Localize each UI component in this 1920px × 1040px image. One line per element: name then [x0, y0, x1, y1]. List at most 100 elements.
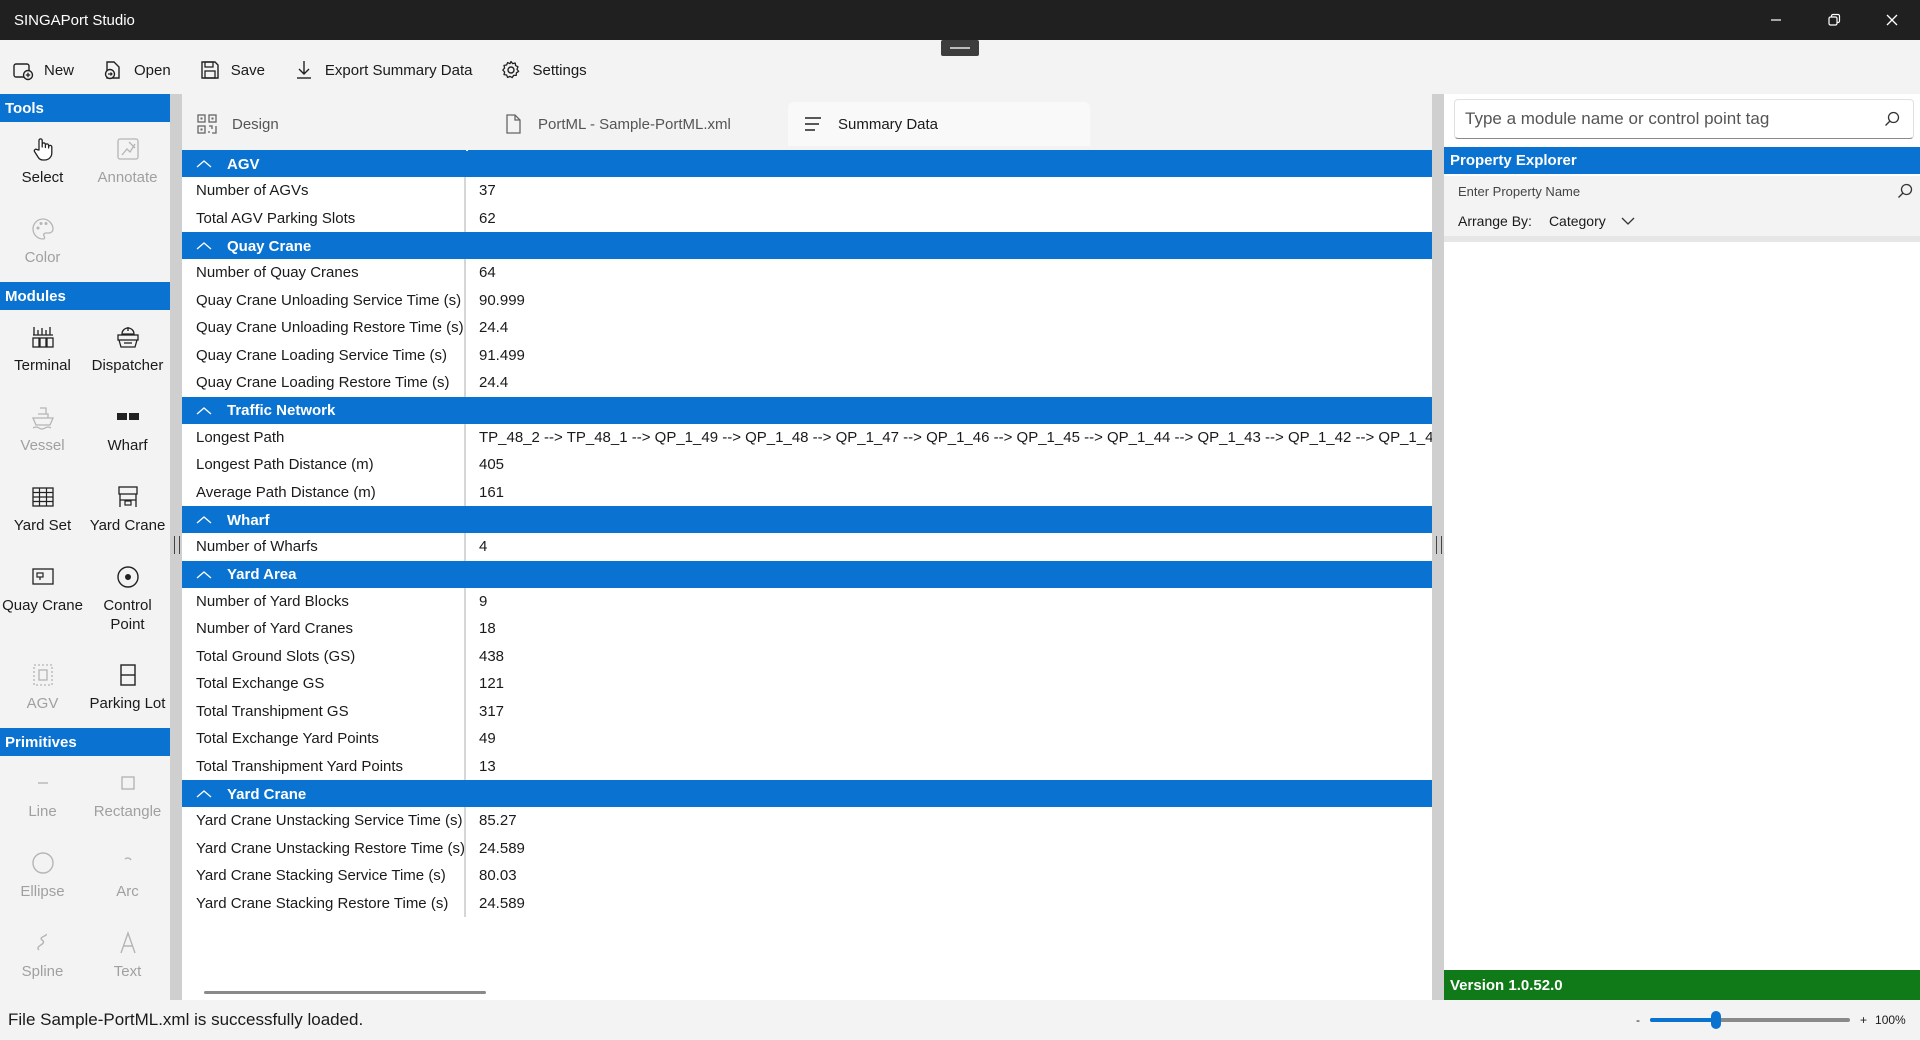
restore-button[interactable]: [1806, 0, 1862, 40]
parking-lot-icon: [119, 664, 136, 686]
tab-portml[interactable]: PortML - Sample-PortML.xml: [488, 102, 788, 146]
tab-summary-label: Summary Data: [838, 115, 939, 133]
quay-crane-tool[interactable]: Quay Crane: [0, 550, 85, 630]
control-point-tool[interactable]: Control Point: [85, 550, 170, 648]
property-name: Number of Wharfs: [182, 533, 466, 561]
window-title: SINGAPort Studio: [14, 11, 135, 29]
property-name: Total Exchange Yard Points: [182, 725, 466, 753]
text-tool[interactable]: Text: [85, 916, 170, 996]
table-row: Total Transhipment Yard Points 13: [182, 752, 1432, 780]
wharf-tool[interactable]: Wharf: [85, 390, 170, 470]
tab-summary-data[interactable]: Summary Data: [788, 102, 1090, 146]
yard-set-tool[interactable]: Yard Set: [0, 470, 85, 550]
new-label: New: [44, 61, 75, 79]
module-search-input[interactable]: [1455, 109, 1883, 129]
vessel-tool[interactable]: Vessel: [0, 390, 85, 470]
property-value: 24.4: [479, 319, 509, 337]
minimize-button[interactable]: [1748, 0, 1804, 40]
property-value: 24.4: [479, 374, 509, 392]
line-tool[interactable]: Line: [0, 756, 85, 836]
agv-tool[interactable]: AGV: [0, 648, 85, 728]
search-icon[interactable]: [1883, 110, 1901, 128]
vessel-icon: [31, 407, 54, 430]
table-row: Quay Crane Loading Restore Time (s) 24.4: [182, 369, 1432, 397]
zoom-out-button[interactable]: -: [1636, 1013, 1640, 1027]
right-splitter[interactable]: [1432, 94, 1444, 1000]
search-icon[interactable]: [1896, 182, 1914, 200]
terminal-tool[interactable]: Terminal: [0, 310, 85, 390]
arc-tool[interactable]: Arc: [85, 836, 170, 916]
column-divider: [466, 150, 468, 151]
property-name: Quay Crane Loading Restore Time (s): [182, 369, 466, 397]
spline-icon: [36, 933, 47, 951]
arc-label: Arc: [116, 883, 139, 900]
close-button[interactable]: [1864, 0, 1920, 40]
group-header[interactable]: Wharf: [182, 506, 1432, 533]
quay-crane-icon: [31, 568, 54, 585]
export-label: Export Summary Data: [324, 61, 473, 79]
zoom-slider-thumb[interactable]: [1711, 1011, 1721, 1029]
table-row: Number of AGVs 37: [182, 177, 1432, 205]
save-button[interactable]: Save: [199, 50, 265, 90]
dispatcher-tool[interactable]: Dispatcher: [85, 310, 170, 390]
settings-label: Settings: [532, 61, 587, 79]
grid-table-icon: [31, 487, 54, 507]
property-value: 161: [479, 483, 505, 501]
settings-button[interactable]: Settings: [500, 50, 587, 90]
arrange-divider: [1444, 236, 1920, 242]
document-icon: [506, 114, 521, 134]
property-name: Number of Quay Cranes: [182, 259, 466, 287]
empty-slot: [85, 202, 170, 282]
summary-data-table: AGV Number of AGVs 37 Total AGV Parking Slo…: [182, 150, 1432, 1000]
panel-drag-handle[interactable]: [941, 40, 979, 56]
zoom-in-button[interactable]: +: [1860, 1013, 1867, 1027]
zoom-slider[interactable]: [1650, 1011, 1850, 1029]
tab-design[interactable]: Design: [182, 102, 488, 146]
property-value: 85.27: [479, 812, 517, 830]
select-tool[interactable]: Select: [0, 122, 85, 202]
modules-header: Modules: [0, 282, 170, 310]
status-message: File Sample-PortML.xml is successfully l…: [8, 1010, 364, 1029]
rectangle-label: Rectangle: [93, 803, 162, 820]
yard-crane-tool[interactable]: Yard Crane: [85, 470, 170, 550]
arrange-by-dropdown[interactable]: Category: [1549, 213, 1636, 229]
color-tool[interactable]: Color: [0, 202, 85, 282]
text-label: Text: [113, 963, 142, 980]
new-file-icon: [13, 63, 34, 81]
parking-lot-tool[interactable]: Parking Lot: [85, 648, 170, 728]
ellipse-tool[interactable]: Ellipse: [0, 836, 85, 916]
control-point-icon: [116, 566, 139, 588]
rectangle-tool[interactable]: Rectangle: [85, 756, 170, 836]
left-splitter[interactable]: [170, 94, 182, 1000]
vessel-label: Vessel: [20, 437, 65, 454]
new-button[interactable]: New: [12, 50, 74, 90]
table-row: Number of Wharfs 4: [182, 533, 1432, 561]
property-value: 438: [479, 647, 505, 665]
group-title: Wharf: [227, 511, 270, 529]
zoom-control: - + 100%: [1636, 1011, 1906, 1029]
export-summary-button[interactable]: Export Summary Data: [293, 50, 473, 90]
group-header[interactable]: Yard Area: [182, 560, 1432, 588]
list-lines-icon: [805, 117, 821, 131]
horizontal-scrollbar[interactable]: [204, 991, 486, 994]
control-point-label-2: Point: [110, 616, 145, 633]
group-header[interactable]: Quay Crane: [182, 232, 1432, 259]
group-header[interactable]: Yard Crane: [182, 780, 1432, 807]
open-button[interactable]: Open: [102, 50, 171, 90]
dispatcher-icon: [116, 327, 139, 348]
line-icon: [37, 782, 48, 784]
group-header[interactable]: Traffic Network: [182, 396, 1432, 424]
group-title: Yard Crane: [227, 785, 307, 803]
group-header[interactable]: AGV: [182, 150, 1432, 177]
spline-tool[interactable]: Spline: [0, 916, 85, 996]
property-value: 24.589: [479, 839, 525, 857]
terminal-label: Terminal: [14, 357, 71, 374]
annotate-tool[interactable]: Annotate: [85, 122, 170, 202]
property-name: Longest Path: [182, 423, 466, 451]
table-row: Total Transhipment GS 317: [182, 697, 1432, 725]
table-row: Total AGV Parking Slots 62: [182, 204, 1432, 232]
arc-icon: [124, 857, 132, 861]
property-value: 37: [479, 182, 496, 200]
save-label: Save: [230, 61, 265, 79]
property-name-input[interactable]: [1444, 183, 1896, 199]
